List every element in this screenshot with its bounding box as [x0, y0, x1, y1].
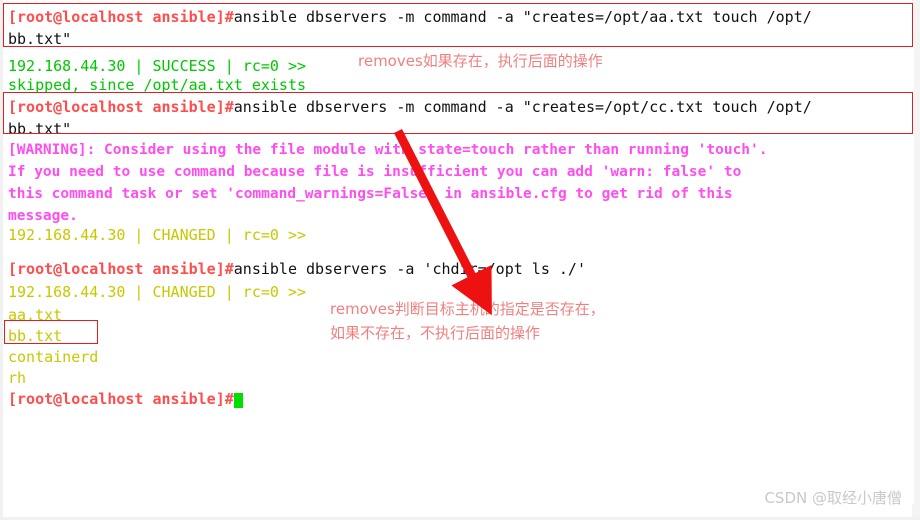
terminal-screenshot: [root@localhost ansible]#ansible dbserve…	[0, 0, 920, 520]
terminal-line-warning-1: [WARNING]: Consider using the file modul…	[8, 142, 768, 158]
terminal-line-command-1: [root@localhost ansible]#ansible dbserve…	[8, 10, 812, 25]
file-listing-item-bb: bb.txt	[8, 327, 63, 345]
command-text: ansible dbservers -m command -a "creates…	[233, 8, 812, 26]
annotation-removes-note-line-1: removes判断目标主机的指定是否存在，	[330, 300, 605, 318]
file-listing-item-containerd: containerd	[8, 348, 99, 366]
terminal-line-command-2-wrap: bb.txt"	[8, 122, 71, 137]
shell-prompt: [root@localhost ansible]#	[8, 390, 234, 408]
terminal-line-output-changed-2: 192.168.44.30 | CHANGED | rc=0 >>	[8, 283, 307, 301]
terminal-line-command-1-wrap: bb.txt"	[8, 32, 71, 47]
shell-prompt: [root@localhost ansible]#	[8, 98, 234, 116]
command-text-continued: bb.txt"	[8, 30, 72, 48]
terminal-line-output-success: 192.168.44.30 | SUCCESS | rc=0 >>	[8, 57, 307, 75]
terminal-line-command-3: [root@localhost ansible]#ansible dbserve…	[8, 262, 586, 277]
command-text-continued: bb.txt"	[8, 120, 72, 138]
annotation-creates-note: removes如果存在，执行后面的操作	[358, 52, 603, 70]
terminal-line-command-2: [root@localhost ansible]#ansible dbserve…	[8, 100, 812, 115]
command-text: ansible dbservers -a 'chdir=/opt ls ./'	[233, 260, 586, 278]
command-text: ansible dbservers -m command -a "creates…	[233, 98, 812, 116]
terminal-line-warning-3: this command task or set 'command_warnin…	[8, 186, 733, 202]
terminal-output-area[interactable]: [root@localhost ansible]#ansible dbserve…	[4, 4, 914, 504]
terminal-line-prompt-active[interactable]: [root@localhost ansible]#	[8, 392, 243, 408]
shell-prompt: [root@localhost ansible]#	[8, 260, 234, 278]
terminal-line-warning-2: If you need to use command because file …	[8, 164, 742, 180]
annotation-removes-note-line-2: 如果不存在，不执行后面的操作	[330, 324, 541, 342]
terminal-line-warning-4: message.	[8, 208, 78, 224]
file-listing-item-rh: rh	[8, 369, 27, 387]
terminal-cursor	[233, 393, 243, 408]
terminal-line-output-skipped: skipped, since /opt/aa.txt exists	[8, 76, 307, 94]
window-left-edge	[0, 0, 3, 520]
csdn-watermark: CSDN @取经小唐僧	[764, 489, 902, 507]
shell-prompt: [root@localhost ansible]#	[8, 8, 234, 26]
file-listing-item-aa: aa.txt	[8, 306, 63, 324]
terminal-line-output-changed-1: 192.168.44.30 | CHANGED | rc=0 >>	[8, 226, 307, 244]
